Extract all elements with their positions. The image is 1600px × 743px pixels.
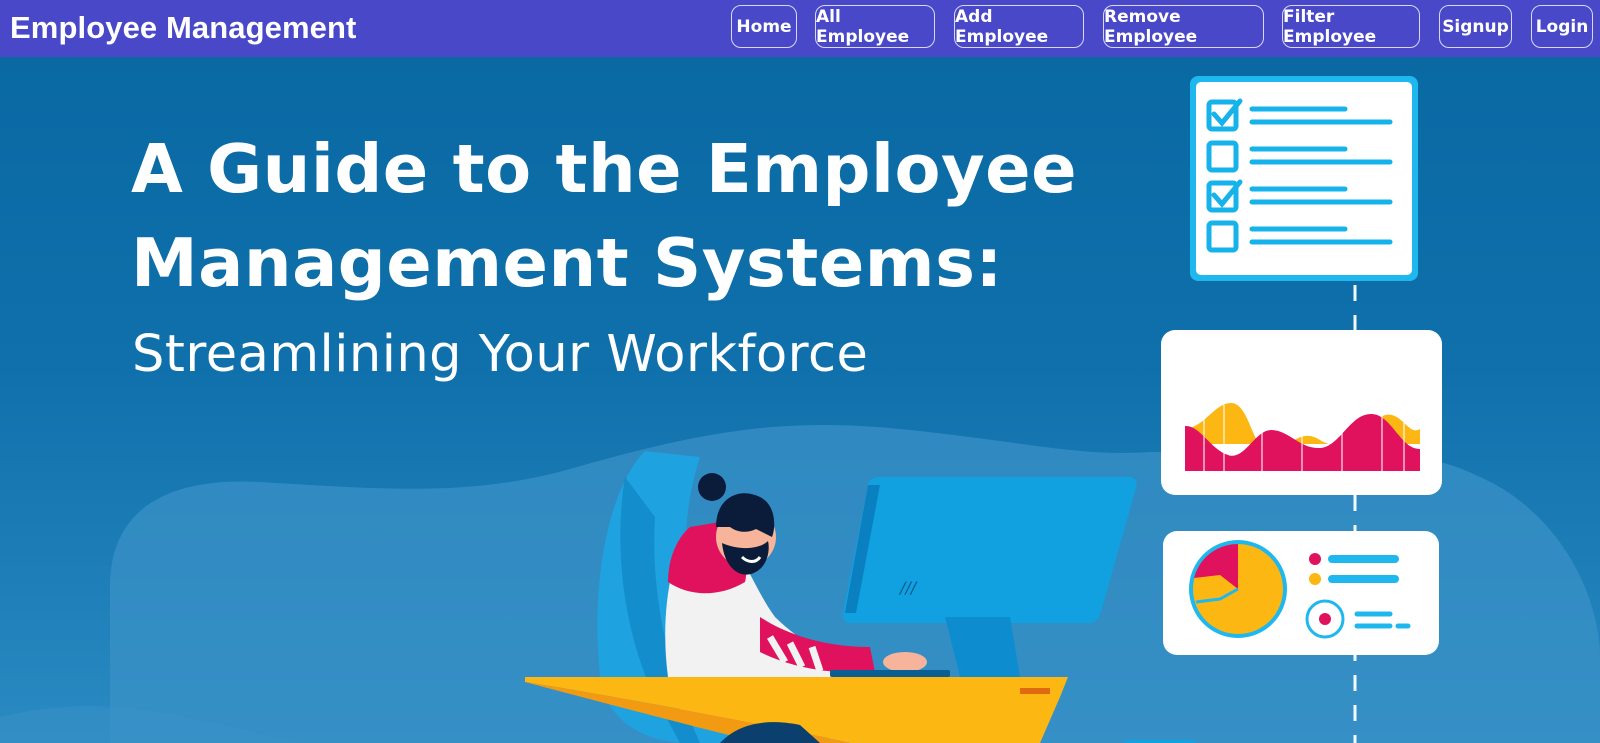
pie-chart-card-icon xyxy=(1163,531,1439,655)
nav-signup-button[interactable]: Signup xyxy=(1439,5,1512,48)
hero-title-line-2: Management Systems: xyxy=(131,224,1003,302)
checklist-card-icon xyxy=(1190,76,1418,281)
nav-add-employee-button[interactable]: Add Employee xyxy=(954,5,1084,48)
area-chart-card-icon xyxy=(1161,330,1442,495)
nav-remove-employee-button[interactable]: Remove Employee xyxy=(1103,5,1264,48)
hero-title: A Guide to the Employee Management Syste… xyxy=(131,122,1081,310)
hero-subtitle: Streamlining Your Workforce xyxy=(132,325,869,384)
hero-title-line-1: A Guide to the Employee xyxy=(131,130,1078,208)
svg-text:///: /// xyxy=(898,578,918,597)
nav-all-employee-button[interactable]: All Employee xyxy=(815,5,935,48)
hero-section: /// A Guide to the Employee Management S… xyxy=(0,57,1600,743)
nav-button-layer: Home All Employee Add Employee Remove Em… xyxy=(0,0,1600,57)
nav-filter-employee-button[interactable]: Filter Employee xyxy=(1282,5,1420,48)
nav-home-button[interactable]: Home xyxy=(731,5,797,48)
nav-login-button[interactable]: Login xyxy=(1531,5,1593,48)
